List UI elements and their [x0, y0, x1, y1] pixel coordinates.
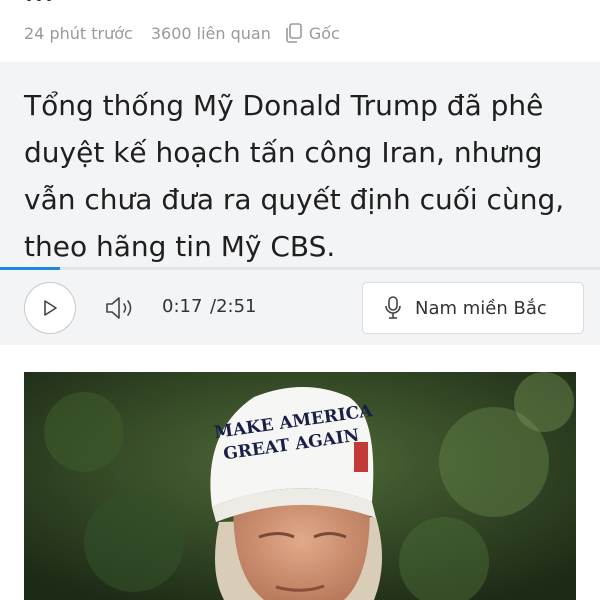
article-summary: Tổng thống Mỹ Donald Trump đã phê duyệt … [24, 89, 565, 263]
total-time: /2:51 [210, 296, 257, 317]
audio-player: 0:17 /2:51 Nam miền Bắc [0, 267, 600, 345]
summary-panel: Tổng thống Mỹ Donald Trump đã phê duyệt … [0, 62, 600, 345]
play-button[interactable] [24, 282, 76, 334]
voice-label: Nam miền Bắc [415, 297, 547, 319]
source-link[interactable]: Gốc [285, 23, 340, 43]
related-count[interactable]: 3600 liên quan [151, 24, 271, 43]
source-label: Gốc [308, 23, 340, 43]
audio-progress-fill [0, 267, 60, 270]
volume-icon [106, 297, 132, 319]
publish-time: 24 phút trước [24, 23, 133, 43]
current-time: 0:17 [162, 296, 203, 317]
volume-button[interactable] [104, 294, 136, 322]
play-icon [44, 300, 57, 316]
headline-clipped: … [0, 0, 600, 6]
voice-selector[interactable]: Nam miền Bắc [362, 282, 584, 334]
headline-fragment: … [24, 0, 54, 6]
article-photo[interactable]: MAKE AMERICA GREAT AGAIN [24, 372, 576, 600]
copy-icon [286, 23, 302, 43]
audio-progress-track[interactable] [0, 267, 600, 270]
microphone-icon [385, 296, 401, 319]
article-meta: 24 phút trước 3600 liên quan Gốc [24, 22, 340, 44]
